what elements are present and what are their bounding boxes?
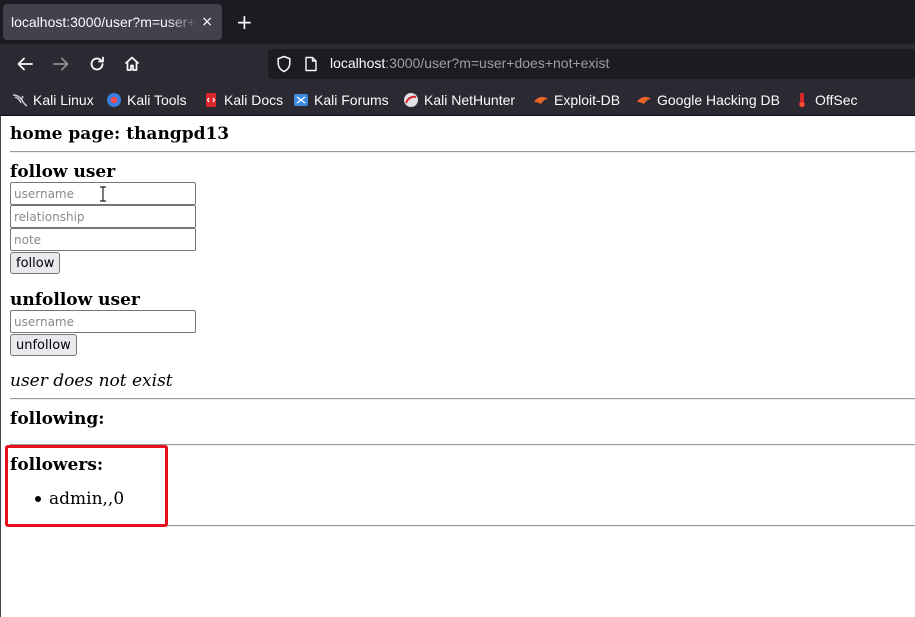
url-path: :3000/user?m=user+does+not+exist [385,55,610,71]
page-content: home page: thangpd13 follow user follow … [0,116,915,617]
bookmark-google-hacking-db[interactable]: Google Hacking DB [636,91,780,109]
ghdb-icon [636,92,652,108]
tab-bar: localhost:3000/user?m=user+does+not+exis… [0,0,915,44]
home-icon[interactable] [120,52,144,76]
divider [10,151,915,153]
home-title: home page: thangpd13 [10,124,230,144]
bookmark-label: Google Hacking DB [657,92,780,108]
reload-icon[interactable] [85,52,109,76]
unfollow-button[interactable]: unfollow [10,334,77,356]
divider [10,398,915,400]
follow-note-input[interactable] [10,228,196,251]
url-text[interactable]: localhost:3000/user?m=user+does+not+exis… [330,55,609,71]
bookmark-label: Kali Docs [224,92,284,108]
follow-button[interactable]: follow [10,252,61,274]
bookmark-label: Kali Forums [314,92,389,108]
navigation-bar: localhost:3000/user?m=user+does+not+exis… [0,44,915,84]
status-message: user does not exist [10,371,173,391]
bookmark-label: Kali Tools [127,92,187,108]
active-tab[interactable]: localhost:3000/user?m=user+does+not+exis… [3,4,222,40]
bookmark-exploit-db[interactable]: Exploit-DB [533,91,620,109]
follow-relationship-input[interactable] [10,205,196,228]
exploit-db-icon [533,92,549,108]
bookmark-label: Kali Linux [33,92,94,108]
kali-forums-icon [293,92,309,108]
tab-title: localhost:3000/user?m=user+does+not+exis… [11,14,199,30]
url-bar[interactable]: localhost:3000/user?m=user+does+not+exis… [268,49,915,79]
back-icon[interactable] [13,52,37,76]
kali-tools-icon [106,92,122,108]
bookmark-label: Kali NetHunter [424,92,516,108]
bookmark-kali-linux[interactable]: Kali Linux [12,91,94,109]
bookmark-kali-tools[interactable]: Kali Tools [106,91,187,109]
shield-icon[interactable] [276,55,292,77]
offsec-icon [794,92,810,108]
kali-dragon-icon [12,92,28,108]
text-cursor-icon [99,186,107,206]
bookmark-kali-nethunter[interactable]: Kali NetHunter [403,91,515,109]
url-host: localhost [330,55,386,71]
bookmarks-bar: Kali Linux Kali Tools Kali Docs Kali For… [0,84,915,116]
forward-icon[interactable] [49,52,73,76]
bookmark-kali-docs[interactable]: Kali Docs [203,91,283,109]
page-icon[interactable] [304,56,318,76]
follow-heading: follow user [10,162,116,182]
bookmark-label: OffSec [815,92,858,108]
unfollow-heading: unfollow user [10,290,140,310]
following-heading: following: [10,409,105,429]
bookmark-label: Exploit-DB [554,92,621,108]
new-tab-icon[interactable]: + [236,11,253,33]
unfollow-username-input[interactable] [10,310,196,333]
bookmark-kali-forums[interactable]: Kali Forums [293,91,389,109]
highlight-box [5,445,168,527]
kali-nethunter-icon [403,92,419,108]
close-tab-icon[interactable]: × [201,13,213,31]
kali-docs-icon [203,92,219,108]
bookmark-offsec[interactable]: OffSec [794,91,858,109]
